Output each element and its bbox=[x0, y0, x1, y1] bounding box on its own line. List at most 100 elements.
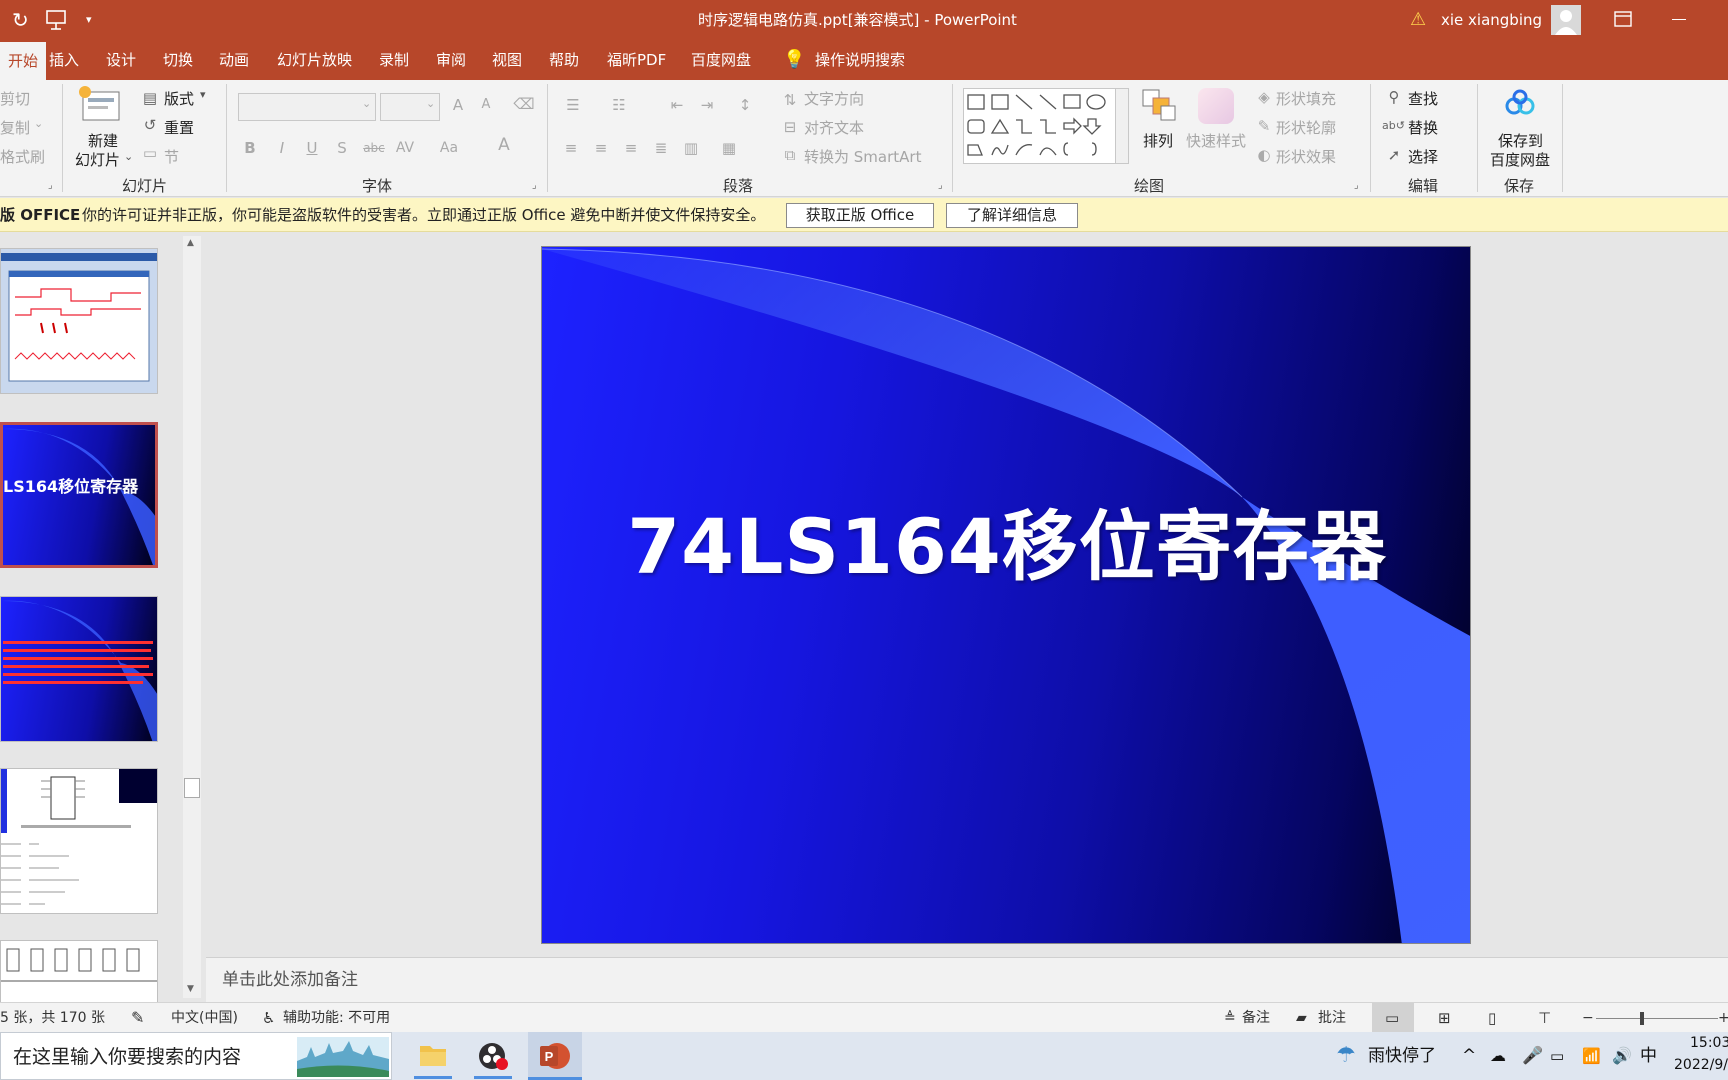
align-center-icon[interactable]: ≡ bbox=[590, 137, 612, 159]
accessibility-status[interactable]: 辅助功能: 不可用 bbox=[283, 1003, 390, 1033]
redo-icon[interactable]: ↻ bbox=[12, 0, 29, 40]
tab-baidu-netdisk[interactable]: 百度网盘 bbox=[691, 40, 751, 80]
new-slide-chevron-icon[interactable]: ⌄ bbox=[124, 150, 133, 163]
increase-indent-icon[interactable]: ⇥ bbox=[694, 94, 720, 116]
underline-button[interactable]: U bbox=[302, 137, 322, 159]
font-name-box[interactable] bbox=[238, 93, 376, 121]
tab-view[interactable]: 视图 bbox=[492, 40, 522, 80]
tab-transitions[interactable]: 切换 bbox=[163, 40, 193, 80]
learn-more-button[interactable]: 了解详细信息 bbox=[946, 203, 1078, 228]
microphone-icon[interactable]: 🎤 bbox=[1522, 1032, 1543, 1080]
save-to-baidu-label-1[interactable]: 保存到 bbox=[1498, 130, 1543, 151]
convert-smartart-button[interactable]: 转换为 SmartArt bbox=[804, 146, 921, 167]
clear-formatting-icon[interactable]: ⌫ bbox=[512, 93, 536, 115]
slide-thumbnail[interactable] bbox=[0, 248, 158, 394]
font-shrink-icon[interactable]: A bbox=[476, 94, 496, 116]
shapes-gallery-scroll[interactable] bbox=[1115, 88, 1129, 164]
reading-view-icon[interactable]: ▯ bbox=[1488, 1003, 1496, 1033]
zoom-slider-thumb[interactable] bbox=[1640, 1012, 1644, 1025]
new-slide-label-2[interactable]: 幻灯片 bbox=[75, 149, 120, 170]
powerpoint-taskbar-icon[interactable]: P bbox=[528, 1032, 582, 1080]
layout-button[interactable]: 版式 bbox=[164, 88, 194, 109]
customize-toolbar-icon[interactable]: ▾ bbox=[86, 0, 92, 40]
umbrella-icon[interactable]: ☂ bbox=[1336, 1032, 1356, 1080]
align-text-button[interactable]: 对齐文本 bbox=[804, 117, 864, 138]
paragraph-dialog-launcher-icon[interactable]: ⌟ bbox=[938, 180, 943, 191]
save-to-baidu-label-2[interactable]: 百度网盘 bbox=[1490, 149, 1550, 170]
tab-animations[interactable]: 动画 bbox=[219, 40, 249, 80]
quick-styles-icon[interactable] bbox=[1198, 88, 1234, 124]
warning-icon[interactable]: ⚠ bbox=[1410, 0, 1426, 40]
tab-home[interactable]: 开始 bbox=[0, 42, 47, 80]
wifi-icon[interactable]: 📶 bbox=[1582, 1032, 1601, 1080]
find-button[interactable]: 查找 bbox=[1408, 88, 1438, 109]
section-button[interactable]: 节 bbox=[164, 146, 179, 167]
avatar[interactable] bbox=[1551, 5, 1581, 35]
format-painter-button[interactable]: 格式刷 bbox=[0, 146, 45, 167]
numbering-icon[interactable]: ☷ bbox=[606, 94, 632, 116]
justify-icon[interactable]: ≣ bbox=[650, 137, 672, 159]
copy-button[interactable]: 复制 bbox=[0, 117, 30, 138]
spell-check-icon[interactable]: ✎ bbox=[131, 1003, 144, 1033]
obs-studio-icon[interactable] bbox=[468, 1032, 518, 1080]
bullets-icon[interactable]: ☰ bbox=[560, 94, 586, 116]
weather-status[interactable]: 雨快停了 bbox=[1368, 1032, 1436, 1080]
arrange-icon[interactable] bbox=[1141, 88, 1177, 128]
slide-sorter-icon[interactable]: ⊞ bbox=[1438, 1003, 1451, 1033]
select-button[interactable]: 选择 bbox=[1408, 146, 1438, 167]
chevron-down-icon[interactable]: ⌄ bbox=[34, 117, 43, 130]
dialog-launcher-icon[interactable]: ⌟ bbox=[48, 180, 53, 191]
tab-help[interactable]: 帮助 bbox=[549, 40, 579, 80]
tell-me-search[interactable]: 操作说明搜索 bbox=[815, 40, 905, 80]
quick-styles-button[interactable]: 快速样式 bbox=[1186, 130, 1246, 151]
slide-thumbnail[interactable] bbox=[0, 940, 158, 1004]
decrease-indent-icon[interactable]: ⇤ bbox=[664, 94, 690, 116]
tab-foxit-pdf[interactable]: 福昕PDF bbox=[607, 40, 666, 80]
scroll-down-icon[interactable]: ▼ bbox=[187, 984, 194, 994]
new-slide-label-1[interactable]: 新建 bbox=[88, 130, 118, 151]
baidu-netdisk-icon[interactable] bbox=[1504, 88, 1536, 122]
arrange-button[interactable]: 排列 bbox=[1143, 130, 1173, 151]
get-genuine-office-button[interactable]: 获取正版 Office bbox=[786, 203, 934, 228]
notes-placeholder[interactable]: 单击此处添加备注 bbox=[222, 958, 358, 1003]
clock-time[interactable]: 15:03 bbox=[1690, 1035, 1728, 1051]
cloud-sync-icon[interactable]: ☁ bbox=[1490, 1032, 1506, 1080]
change-case-button[interactable]: Aa bbox=[436, 137, 462, 159]
ribbon-display-icon[interactable] bbox=[1614, 11, 1632, 31]
drawing-dialog-launcher-icon[interactable]: ⌟ bbox=[1354, 180, 1359, 191]
present-from-start-icon[interactable] bbox=[44, 8, 68, 36]
zoom-slider[interactable] bbox=[1596, 1018, 1718, 1019]
tab-record[interactable]: 录制 bbox=[379, 40, 409, 80]
font-size-chevron-icon[interactable]: ⌄ bbox=[426, 97, 435, 110]
new-slide-icon[interactable] bbox=[75, 84, 125, 128]
notes-toggle[interactable]: 备注 bbox=[1242, 1003, 1270, 1033]
font-dialog-launcher-icon[interactable]: ⌟ bbox=[532, 180, 537, 191]
normal-view-button[interactable]: ▭ bbox=[1372, 1003, 1414, 1033]
thumbnail-scrollbar[interactable]: ▲ ▼ bbox=[183, 236, 201, 998]
slide-thumbnail[interactable] bbox=[0, 596, 158, 742]
columns-icon[interactable]: ▦ bbox=[716, 137, 742, 159]
taskbar-search-placeholder[interactable]: 在这里输入你要搜索的内容 bbox=[13, 1033, 241, 1080]
zoom-in-button[interactable]: + bbox=[1718, 1003, 1728, 1033]
slide-title[interactable]: 74LS164移位寄存器 bbox=[542, 485, 1470, 595]
align-left-icon[interactable]: ≡ bbox=[560, 137, 582, 159]
slide-thumbnail[interactable] bbox=[0, 768, 158, 914]
bold-button[interactable]: B bbox=[240, 137, 260, 159]
shadow-button[interactable]: S bbox=[332, 137, 352, 159]
align-right-icon[interactable]: ≡ bbox=[620, 137, 642, 159]
volume-icon[interactable]: 🔊 bbox=[1612, 1032, 1632, 1080]
shape-fill-button[interactable]: 形状填充 bbox=[1276, 88, 1336, 109]
comments-toggle[interactable]: 批注 bbox=[1318, 1003, 1346, 1033]
chevron-up-icon[interactable]: ^ bbox=[1462, 1032, 1476, 1080]
language-indicator[interactable]: 中文(中国) bbox=[171, 1003, 238, 1033]
scroll-up-icon[interactable]: ▲ bbox=[187, 238, 194, 248]
tab-slideshow[interactable]: 幻灯片放映 bbox=[277, 40, 352, 80]
text-direction-button[interactable]: 文字方向 bbox=[804, 88, 864, 109]
character-spacing-button[interactable]: AV bbox=[392, 137, 418, 159]
battery-icon[interactable]: ▭ bbox=[1550, 1032, 1564, 1080]
strikethrough-button[interactable]: abc bbox=[360, 137, 388, 159]
tab-design[interactable]: 设计 bbox=[106, 40, 136, 80]
tab-review[interactable]: 审阅 bbox=[436, 40, 466, 80]
taskbar-search-box[interactable]: 在这里输入你要搜索的内容 bbox=[0, 1032, 392, 1080]
zoom-out-button[interactable]: − bbox=[1582, 1003, 1594, 1033]
